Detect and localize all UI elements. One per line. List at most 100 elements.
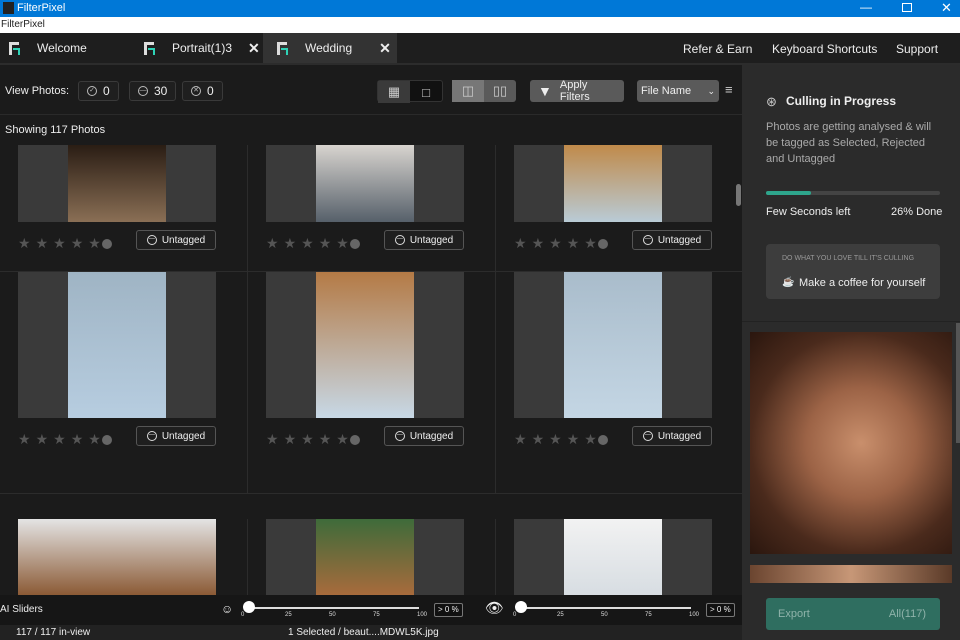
- compare-view-icon[interactable]: ▯▯: [484, 80, 516, 102]
- photo-card[interactable]: [266, 519, 464, 595]
- tag-button[interactable]: — Untagged: [136, 426, 216, 446]
- photo-card[interactable]: [18, 272, 216, 418]
- color-label-dot[interactable]: [101, 238, 112, 249]
- star-icon[interactable]: ★: [266, 431, 279, 448]
- photo-card[interactable]: [18, 519, 216, 595]
- filter-rejected-button[interactable]: ✕ 0: [182, 81, 223, 101]
- support-link[interactable]: Support: [896, 42, 938, 56]
- star-icon[interactable]: ★: [36, 431, 49, 448]
- star-icon[interactable]: ★: [514, 235, 527, 252]
- star-icon[interactable]: ★: [301, 431, 314, 448]
- maximize-button[interactable]: [902, 3, 912, 12]
- photo-thumbnail[interactable]: [564, 272, 662, 418]
- color-label-dot[interactable]: [597, 434, 608, 445]
- photo-thumbnail[interactable]: [68, 145, 166, 222]
- star-icon[interactable]: ★: [284, 235, 297, 252]
- grid-scrollbar[interactable]: [736, 184, 741, 206]
- star-rating[interactable]: ★ ★ ★ ★ ★: [266, 235, 360, 252]
- face-slider[interactable]: 0 25 50 75 100: [241, 595, 433, 625]
- sort-select[interactable]: File Name ⌄: [637, 80, 719, 102]
- photo-card[interactable]: [266, 145, 464, 222]
- color-label-dot[interactable]: [597, 238, 608, 249]
- star-icon[interactable]: ★: [71, 431, 84, 448]
- close-window-button[interactable]: ✕: [941, 0, 952, 16]
- photo-cell[interactable]: ★ ★ ★ ★ ★ — Untagged: [0, 272, 248, 494]
- photo-cell[interactable]: ★ ★ ★ ★ ★ — Untagged: [248, 145, 496, 272]
- star-icon[interactable]: ★: [53, 431, 66, 448]
- star-icon[interactable]: ★: [336, 235, 349, 252]
- photo-thumbnail[interactable]: [18, 519, 216, 595]
- photo-card[interactable]: [266, 272, 464, 418]
- keyboard-shortcuts-link[interactable]: Keyboard Shortcuts: [772, 42, 877, 56]
- apply-filters-button[interactable]: ▼ Apply Filters: [530, 79, 624, 103]
- star-rating[interactable]: ★ ★ ★ ★ ★: [514, 431, 608, 448]
- star-icon[interactable]: ★: [567, 235, 580, 252]
- star-icon[interactable]: ★: [514, 431, 527, 448]
- filter-selected-button[interactable]: ✓ 0: [78, 81, 119, 101]
- star-rating[interactable]: ★ ★ ★ ★ ★: [18, 235, 112, 252]
- star-rating[interactable]: ★ ★ ★ ★ ★: [514, 235, 608, 252]
- menu-bar[interactable]: FilterPixel: [0, 17, 960, 33]
- star-icon[interactable]: ★: [284, 431, 297, 448]
- filter-untagged-button[interactable]: — 30: [129, 81, 177, 101]
- star-icon[interactable]: ★: [301, 235, 314, 252]
- star-icon[interactable]: ★: [36, 235, 49, 252]
- close-tab-icon[interactable]: ✕: [379, 40, 391, 57]
- slider-track[interactable]: [521, 607, 691, 609]
- photo-cell[interactable]: ★ ★ ★ ★ ★ — Untagged: [248, 272, 496, 494]
- tag-button[interactable]: — Untagged: [384, 426, 464, 446]
- star-icon[interactable]: ★: [532, 235, 545, 252]
- photo-cell[interactable]: [496, 519, 744, 595]
- color-label-dot[interactable]: [349, 238, 360, 249]
- photo-card[interactable]: [18, 145, 216, 222]
- star-icon[interactable]: ★: [266, 235, 279, 252]
- star-icon[interactable]: ★: [532, 431, 545, 448]
- photo-cell[interactable]: ★ ★ ★ ★ ★ — Untagged: [496, 145, 744, 272]
- tag-button[interactable]: — Untagged: [384, 230, 464, 250]
- star-icon[interactable]: ★: [88, 235, 101, 252]
- star-icon[interactable]: ★: [53, 235, 66, 252]
- photo-card[interactable]: [514, 145, 712, 222]
- star-icon[interactable]: ★: [336, 431, 349, 448]
- export-button[interactable]: Export All(117): [766, 598, 940, 630]
- sidebar-scrollbar[interactable]: [956, 323, 960, 443]
- photo-cell[interactable]: ★ ★ ★ ★ ★ — Untagged: [0, 145, 248, 272]
- star-rating[interactable]: ★ ★ ★ ★ ★: [18, 431, 112, 448]
- slider-handle[interactable]: [243, 601, 255, 613]
- star-icon[interactable]: ★: [549, 235, 562, 252]
- menu-icon[interactable]: ≡: [725, 82, 733, 97]
- photo-cell[interactable]: [0, 519, 248, 595]
- photo-thumbnail[interactable]: [564, 145, 662, 222]
- star-icon[interactable]: ★: [567, 431, 580, 448]
- single-view-icon[interactable]: □: [410, 81, 442, 103]
- grid-view-icon[interactable]: ▦: [378, 81, 410, 103]
- filmstrip-view-icon[interactable]: ◫: [452, 80, 484, 102]
- slider-track[interactable]: [249, 607, 419, 609]
- close-tab-icon[interactable]: ✕: [248, 40, 260, 57]
- eye-slider[interactable]: 0 25 50 75 100: [513, 595, 705, 625]
- color-label-dot[interactable]: [101, 434, 112, 445]
- photo-thumbnail[interactable]: [316, 272, 414, 418]
- tag-button[interactable]: — Untagged: [136, 230, 216, 250]
- minimize-button[interactable]: —: [860, 0, 872, 14]
- star-icon[interactable]: ★: [549, 431, 562, 448]
- color-label-dot[interactable]: [349, 434, 360, 445]
- photo-thumbnail[interactable]: [564, 519, 662, 595]
- star-icon[interactable]: ★: [18, 431, 31, 448]
- star-icon[interactable]: ★: [319, 431, 332, 448]
- photo-thumbnail[interactable]: [316, 145, 414, 222]
- tab-welcome[interactable]: Welcome: [0, 33, 130, 63]
- tab-wedding[interactable]: Wedding ✕: [263, 33, 397, 63]
- star-icon[interactable]: ★: [18, 235, 31, 252]
- photo-card[interactable]: [514, 519, 712, 595]
- refer-earn-link[interactable]: Refer & Earn: [683, 42, 752, 56]
- photo-thumbnail[interactable]: [316, 519, 414, 595]
- tag-button[interactable]: — Untagged: [632, 426, 712, 446]
- star-icon[interactable]: ★: [71, 235, 84, 252]
- photo-cell[interactable]: [248, 519, 496, 595]
- star-icon[interactable]: ★: [584, 431, 597, 448]
- star-icon[interactable]: ★: [88, 431, 101, 448]
- photo-card[interactable]: [514, 272, 712, 418]
- star-rating[interactable]: ★ ★ ★ ★ ★: [266, 431, 360, 448]
- tab-portrait[interactable]: Portrait(1)3 ✕: [130, 33, 262, 63]
